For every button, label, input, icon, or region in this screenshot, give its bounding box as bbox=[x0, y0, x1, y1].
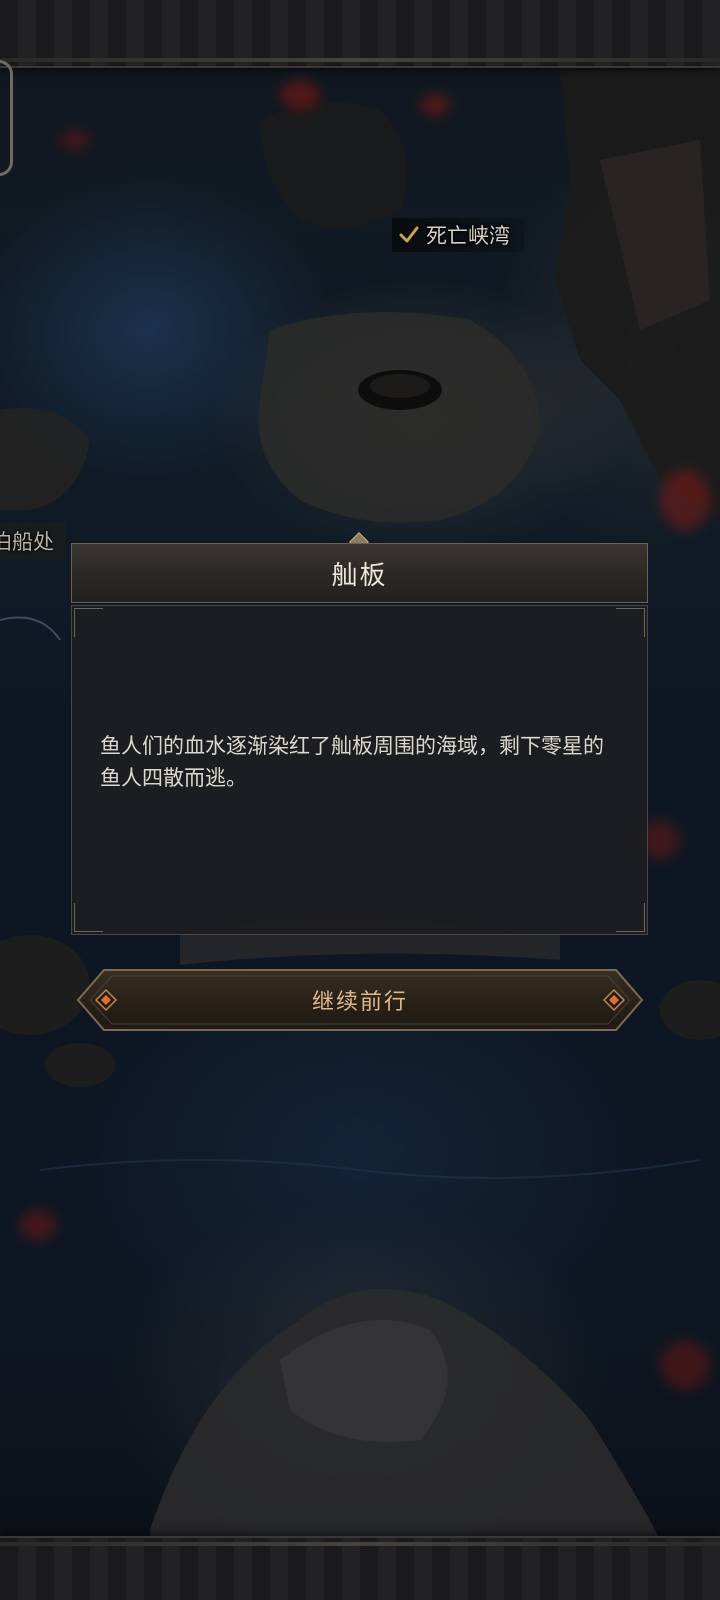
dialog-title: 舢板 bbox=[331, 560, 388, 591]
map-location-dock[interactable]: 泊船处 bbox=[0, 522, 66, 560]
side-panel-handle[interactable] bbox=[0, 60, 13, 176]
dialog-header: 舢板 bbox=[71, 543, 648, 603]
corner-ornament bbox=[74, 903, 103, 932]
corner-ornament bbox=[616, 608, 645, 637]
ember-glow bbox=[60, 130, 90, 150]
ember-glow bbox=[420, 95, 450, 115]
ember-glow bbox=[280, 80, 320, 110]
corner-ornament bbox=[74, 608, 103, 637]
ember-glow bbox=[660, 1340, 710, 1390]
bottom-frame-bar bbox=[0, 1536, 720, 1600]
dialog-body: 鱼人们的血水逐渐染红了舢板周围的海域，剩下零星的鱼人四散而逃。 bbox=[71, 605, 648, 935]
continue-button-label: 继续前行 bbox=[311, 990, 408, 1015]
frame-trim bbox=[0, 1542, 720, 1546]
frame-trim bbox=[0, 58, 720, 62]
game-screen: 死亡峡湾 泊船处 舢板 鱼人们的血水逐渐染红了舢板周围的海域，剩下零星的鱼人四散… bbox=[0, 0, 720, 1600]
dialog-message: 鱼人们的血水逐渐染红了舢板周围的海域，剩下零星的鱼人四散而逃。 bbox=[100, 734, 604, 790]
continue-button[interactable]: 继续前行 bbox=[76, 968, 644, 1032]
map-location-label: 泊船处 bbox=[0, 530, 54, 554]
corner-ornament bbox=[616, 903, 645, 932]
top-frame-bar bbox=[0, 0, 720, 68]
check-icon bbox=[399, 226, 419, 243]
event-dialog: 舢板 鱼人们的血水逐渐染红了舢板周围的海域，剩下零星的鱼人四散而逃。 bbox=[71, 532, 648, 935]
ember-glow bbox=[660, 470, 710, 530]
map-location-death-fjord[interactable]: 死亡峡湾 bbox=[392, 218, 524, 252]
ember-glow bbox=[20, 1210, 56, 1240]
map-location-label: 死亡峡湾 bbox=[426, 224, 510, 248]
